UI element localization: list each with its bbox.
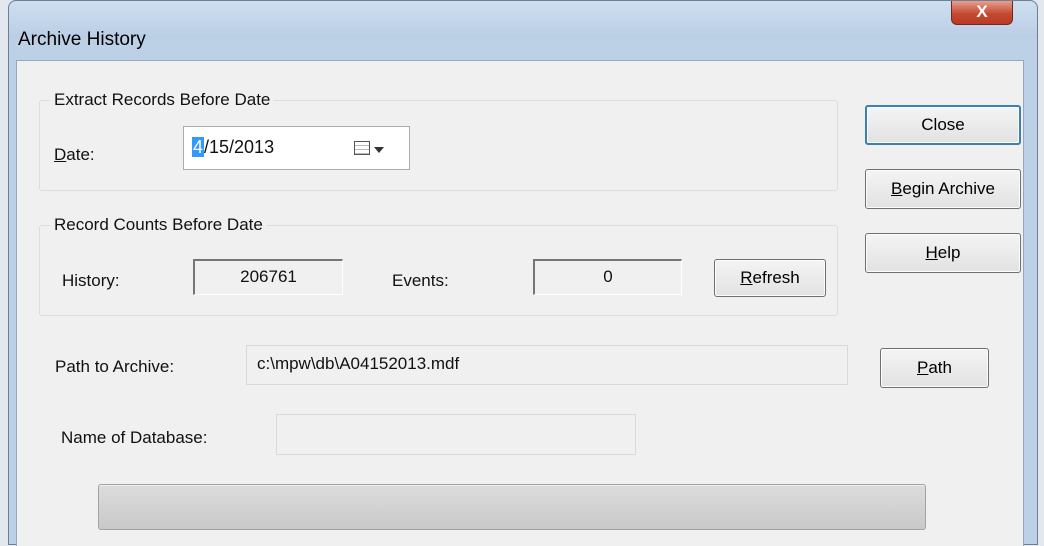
date-day-year[interactable]: /15/2013	[204, 137, 274, 157]
date-month-selected[interactable]: 4	[192, 137, 205, 157]
archive-progress-bar	[98, 484, 926, 530]
help-button[interactable]: Help	[865, 233, 1021, 273]
database-name-label: Name of Database:	[61, 428, 208, 447]
path-to-archive-label: Path to Archive:	[55, 357, 175, 376]
date-value[interactable]: 4/15/2013	[192, 136, 274, 158]
record-counts-group-label: Record Counts Before Date	[50, 215, 267, 235]
path-to-archive-field[interactable]: c:\mpw\db\A04152013.mdf	[246, 345, 848, 385]
events-label: Events:	[392, 271, 449, 290]
refresh-button[interactable]: Refresh	[714, 259, 826, 297]
window-title: Archive History	[18, 29, 146, 50]
title-bar[interactable]	[9, 1, 1037, 39]
events-count: 0	[533, 259, 682, 295]
calendar-icon[interactable]	[354, 141, 370, 155]
extract-records-group: Extract Records Before Date	[39, 90, 838, 191]
database-name-field[interactable]	[276, 414, 636, 455]
date-label: Date:	[54, 145, 95, 164]
history-count: 206761	[193, 259, 343, 295]
window-close-button[interactable]: X	[951, 1, 1013, 25]
path-button[interactable]: Path	[880, 348, 989, 388]
history-label: History:	[62, 271, 120, 290]
date-picker[interactable]: 4/15/2013	[183, 126, 410, 170]
close-icon: X	[976, 2, 988, 21]
begin-archive-button[interactable]: Begin Archive	[865, 169, 1021, 209]
close-button[interactable]: Close	[865, 105, 1021, 145]
extract-records-group-label: Extract Records Before Date	[50, 90, 275, 110]
chevron-down-icon[interactable]	[374, 147, 384, 153]
